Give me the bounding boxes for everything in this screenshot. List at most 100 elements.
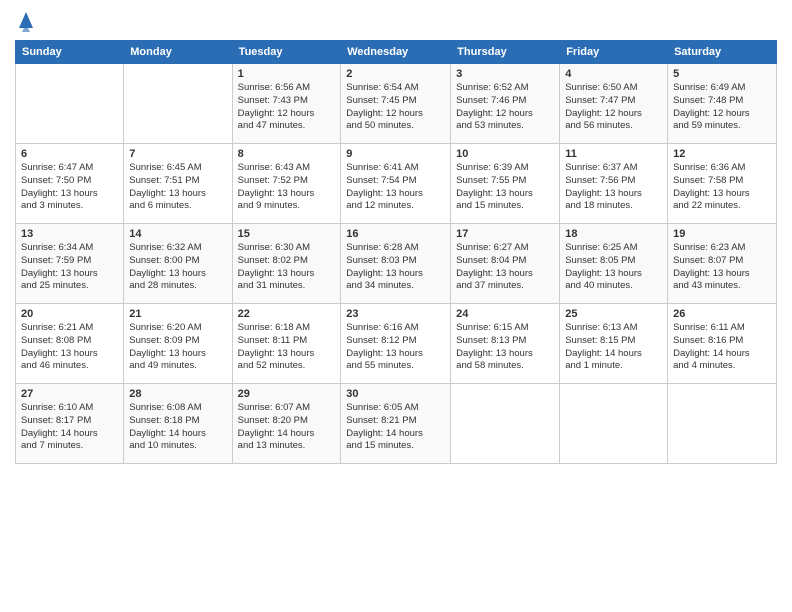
header-row: SundayMondayTuesdayWednesdayThursdayFrid… [16, 41, 777, 64]
day-header-tuesday: Tuesday [232, 41, 341, 64]
day-info: Sunrise: 6:16 AM Sunset: 8:12 PM Dayligh… [346, 322, 445, 373]
day-cell: 18 Sunrise: 6:25 AM Sunset: 8:05 PM Dayli… [560, 224, 668, 304]
day-info: Sunrise: 6:11 AM Sunset: 8:16 PM Dayligh… [673, 322, 771, 373]
day-cell [124, 64, 232, 144]
day-info: Sunrise: 6:20 AM Sunset: 8:09 PM Dayligh… [129, 322, 226, 373]
day-info: Sunrise: 6:45 AM Sunset: 7:51 PM Dayligh… [129, 162, 226, 213]
day-info: Sunrise: 6:28 AM Sunset: 8:03 PM Dayligh… [346, 242, 445, 293]
day-number: 25 [565, 308, 662, 320]
day-info: Sunrise: 6:54 AM Sunset: 7:45 PM Dayligh… [346, 82, 445, 133]
page: SundayMondayTuesdayWednesdayThursdayFrid… [0, 0, 792, 612]
day-cell: 12Sunrise: 6:36 AM Sunset: 7:58 PM Dayli… [668, 144, 777, 224]
day-info: Sunrise: 6:30 AM Sunset: 8:02 PM Dayligh… [238, 242, 336, 293]
day-info: Sunrise: 6:10 AM Sunset: 8:17 PM Dayligh… [21, 402, 118, 453]
day-info: Sunrise: 6:49 AM Sunset: 7:48 PM Dayligh… [673, 82, 771, 133]
day-number: 24 [456, 308, 554, 320]
day-cell: 29 Sunrise: 6:07 AM Sunset: 8:20 PM Dayli… [232, 384, 341, 464]
day-number: 8 [238, 148, 336, 160]
day-number: 14 [129, 228, 226, 240]
logo-icon [17, 10, 35, 32]
day-number: 28 [129, 388, 226, 400]
day-header-monday: Monday [124, 41, 232, 64]
day-number: 16 [346, 228, 445, 240]
day-info: Sunrise: 6:08 AM Sunset: 8:18 PM Dayligh… [129, 402, 226, 453]
day-number: 6 [21, 148, 118, 160]
day-cell: 23Sunrise: 6:16 AM Sunset: 8:12 PM Dayli… [341, 304, 451, 384]
day-cell: 3 Sunrise: 6:52 AM Sunset: 7:46 PM Daylig… [451, 64, 560, 144]
day-number: 4 [565, 68, 662, 80]
day-cell: 10 Sunrise: 6:39 AM Sunset: 7:55 PM Dayli… [451, 144, 560, 224]
day-header-sunday: Sunday [16, 41, 124, 64]
day-cell: 11 Sunrise: 6:37 AM Sunset: 7:56 PM Dayli… [560, 144, 668, 224]
day-cell: 15 Sunrise: 6:30 AM Sunset: 8:02 PM Dayli… [232, 224, 341, 304]
week-row-3: 13 Sunrise: 6:34 AM Sunset: 7:59 PM Dayli… [16, 224, 777, 304]
day-number: 18 [565, 228, 662, 240]
day-number: 20 [21, 308, 118, 320]
day-cell: 30 Sunrise: 6:05 AM Sunset: 8:21 PM Dayli… [341, 384, 451, 464]
day-cell: 5 Sunrise: 6:49 AM Sunset: 7:48 PM Daylig… [668, 64, 777, 144]
day-cell: 25 Sunrise: 6:13 AM Sunset: 8:15 PM Dayli… [560, 304, 668, 384]
day-number: 1 [238, 68, 336, 80]
day-cell: 24 Sunrise: 6:15 AM Sunset: 8:13 PM Dayli… [451, 304, 560, 384]
day-number: 15 [238, 228, 336, 240]
day-cell [451, 384, 560, 464]
day-number: 2 [346, 68, 445, 80]
day-cell: 28 Sunrise: 6:08 AM Sunset: 8:18 PM Dayli… [124, 384, 232, 464]
day-info: Sunrise: 6:41 AM Sunset: 7:54 PM Dayligh… [346, 162, 445, 213]
day-cell: 17 Sunrise: 6:27 AM Sunset: 8:04 PM Dayli… [451, 224, 560, 304]
day-info: Sunrise: 6:56 AM Sunset: 7:43 PM Dayligh… [238, 82, 336, 133]
day-info: Sunrise: 6:15 AM Sunset: 8:13 PM Dayligh… [456, 322, 554, 373]
day-cell: 2 Sunrise: 6:54 AM Sunset: 7:45 PM Daylig… [341, 64, 451, 144]
day-cell: 4 Sunrise: 6:50 AM Sunset: 7:47 PM Daylig… [560, 64, 668, 144]
day-info: Sunrise: 6:23 AM Sunset: 8:07 PM Dayligh… [673, 242, 771, 293]
day-cell: 14 Sunrise: 6:32 AM Sunset: 8:00 PM Dayli… [124, 224, 232, 304]
day-info: Sunrise: 6:07 AM Sunset: 8:20 PM Dayligh… [238, 402, 336, 453]
day-number: 30 [346, 388, 445, 400]
day-number: 22 [238, 308, 336, 320]
week-row-5: 27 Sunrise: 6:10 AM Sunset: 8:17 PM Dayli… [16, 384, 777, 464]
day-number: 29 [238, 388, 336, 400]
calendar: SundayMondayTuesdayWednesdayThursdayFrid… [15, 40, 777, 464]
day-number: 5 [673, 68, 771, 80]
day-cell: 27 Sunrise: 6:10 AM Sunset: 8:17 PM Dayli… [16, 384, 124, 464]
day-cell: 13 Sunrise: 6:34 AM Sunset: 7:59 PM Dayli… [16, 224, 124, 304]
day-cell: 21 Sunrise: 6:20 AM Sunset: 8:09 PM Dayli… [124, 304, 232, 384]
day-number: 26 [673, 308, 771, 320]
day-info: Sunrise: 6:39 AM Sunset: 7:55 PM Dayligh… [456, 162, 554, 213]
day-cell [560, 384, 668, 464]
day-info: Sunrise: 6:43 AM Sunset: 7:52 PM Dayligh… [238, 162, 336, 213]
week-row-2: 6 Sunrise: 6:47 AM Sunset: 7:50 PM Daylig… [16, 144, 777, 224]
day-info: Sunrise: 6:32 AM Sunset: 8:00 PM Dayligh… [129, 242, 226, 293]
day-number: 9 [346, 148, 445, 160]
day-number: 13 [21, 228, 118, 240]
day-info: Sunrise: 6:47 AM Sunset: 7:50 PM Dayligh… [21, 162, 118, 213]
day-cell [668, 384, 777, 464]
day-cell: 16 Sunrise: 6:28 AM Sunset: 8:03 PM Dayli… [341, 224, 451, 304]
day-info: Sunrise: 6:05 AM Sunset: 8:21 PM Dayligh… [346, 402, 445, 453]
day-number: 7 [129, 148, 226, 160]
day-number: 11 [565, 148, 662, 160]
day-info: Sunrise: 6:27 AM Sunset: 8:04 PM Dayligh… [456, 242, 554, 293]
day-info: Sunrise: 6:37 AM Sunset: 7:56 PM Dayligh… [565, 162, 662, 213]
day-cell: 20 Sunrise: 6:21 AM Sunset: 8:08 PM Dayli… [16, 304, 124, 384]
day-number: 10 [456, 148, 554, 160]
day-number: 3 [456, 68, 554, 80]
day-cell: 9 Sunrise: 6:41 AM Sunset: 7:54 PM Daylig… [341, 144, 451, 224]
logo [15, 10, 35, 32]
week-row-4: 20 Sunrise: 6:21 AM Sunset: 8:08 PM Dayli… [16, 304, 777, 384]
day-header-thursday: Thursday [451, 41, 560, 64]
day-number: 17 [456, 228, 554, 240]
day-info: Sunrise: 6:52 AM Sunset: 7:46 PM Dayligh… [456, 82, 554, 133]
day-info: Sunrise: 6:25 AM Sunset: 8:05 PM Dayligh… [565, 242, 662, 293]
day-info: Sunrise: 6:50 AM Sunset: 7:47 PM Dayligh… [565, 82, 662, 133]
day-info: Sunrise: 6:13 AM Sunset: 8:15 PM Dayligh… [565, 322, 662, 373]
day-header-wednesday: Wednesday [341, 41, 451, 64]
day-cell [16, 64, 124, 144]
day-info: Sunrise: 6:21 AM Sunset: 8:08 PM Dayligh… [21, 322, 118, 373]
day-number: 27 [21, 388, 118, 400]
day-number: 21 [129, 308, 226, 320]
day-number: 12 [673, 148, 771, 160]
day-number: 19 [673, 228, 771, 240]
header [15, 10, 777, 32]
day-info: Sunrise: 6:34 AM Sunset: 7:59 PM Dayligh… [21, 242, 118, 293]
